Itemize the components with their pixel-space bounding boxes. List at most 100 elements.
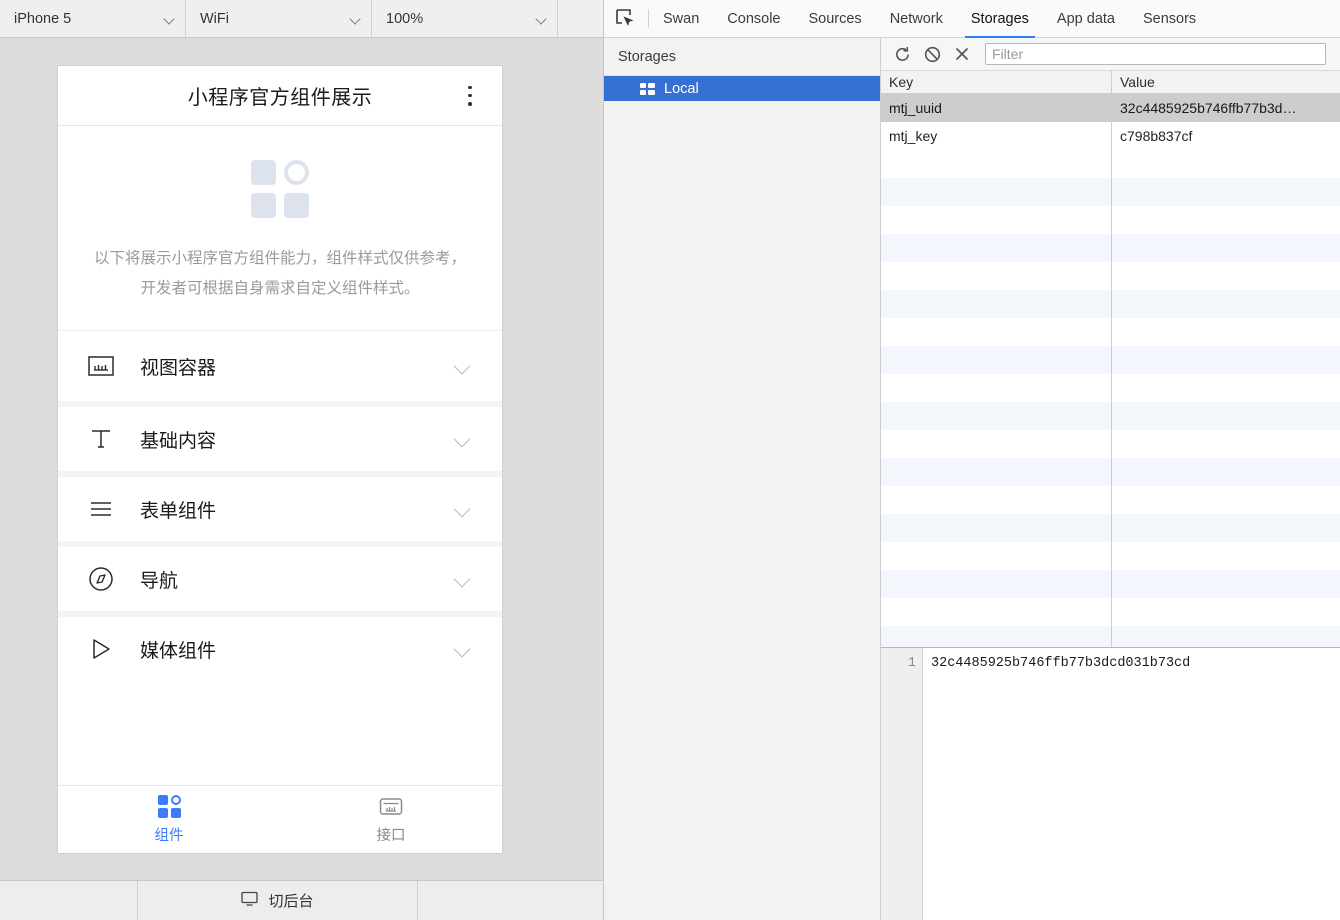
storage-table-header: Key Value xyxy=(881,71,1340,94)
table-cell-key xyxy=(881,430,1112,458)
table-row-empty[interactable] xyxy=(881,570,1340,598)
filter-input[interactable] xyxy=(985,43,1326,65)
chevron-down-icon xyxy=(454,500,472,518)
table-cell-key xyxy=(881,290,1112,318)
table-cell-key xyxy=(881,150,1112,178)
storage-toolbar xyxy=(881,38,1340,71)
table-cell-key xyxy=(881,570,1112,598)
table-cell-value xyxy=(1112,430,1340,458)
monitor-icon xyxy=(241,891,258,911)
table-cell-value xyxy=(1112,346,1340,374)
simulator-stage: 小程序官方组件展示 以下将展示小程序官方组件能力，组件样式仅供参考，开发者可根据… xyxy=(0,38,603,880)
device-select-label: iPhone 5 xyxy=(14,11,158,27)
chevron-down-icon xyxy=(164,13,175,24)
column-header-value[interactable]: Value xyxy=(1112,71,1340,93)
tab-components[interactable]: 组件 xyxy=(58,786,280,853)
table-cell-value xyxy=(1112,626,1340,647)
components-grid-icon xyxy=(157,795,181,819)
list-item[interactable]: 表单组件 xyxy=(58,471,502,541)
chevron-down-icon xyxy=(454,357,472,375)
table-row-empty[interactable] xyxy=(881,234,1340,262)
storage-table-rows: mtj_uuid32c4485925b746ffb77b3d…mtj_keyc7… xyxy=(881,94,1340,647)
device-select[interactable]: iPhone 5 xyxy=(0,0,186,37)
value-viewer: 1 32c4485925b746ffb77b3dcd031b73cd xyxy=(881,647,1340,920)
devtools-body: Storages Local xyxy=(604,38,1340,920)
refresh-icon[interactable] xyxy=(887,41,917,67)
table-row-empty[interactable] xyxy=(881,458,1340,486)
zoom-select[interactable]: 100% xyxy=(372,0,558,37)
api-frame-icon xyxy=(379,795,403,819)
table-row-empty[interactable] xyxy=(881,318,1340,346)
table-row-empty[interactable] xyxy=(881,598,1340,626)
table-row-empty[interactable] xyxy=(881,150,1340,178)
list-item[interactable]: 导航 xyxy=(58,541,502,611)
phone-tabbar: 组件 接口 xyxy=(58,785,502,853)
bottom-bar-left-cell xyxy=(0,881,138,920)
table-cell-key xyxy=(881,374,1112,402)
chevron-down-icon xyxy=(454,430,472,448)
list-item-label: 媒体组件 xyxy=(140,636,454,663)
tab-swan[interactable]: Swan xyxy=(649,0,713,37)
intro-text: 以下将展示小程序官方组件能力，组件样式仅供参考，开发者可根据自身需求自定义组件样… xyxy=(94,244,466,304)
list-item[interactable]: 基础内容 xyxy=(58,401,502,471)
list-item[interactable]: 视图容器 xyxy=(58,331,502,401)
delete-x-icon[interactable] xyxy=(947,41,977,67)
line-number-gutter: 1 xyxy=(881,648,923,920)
phone-screen: 小程序官方组件展示 以下将展示小程序官方组件能力，组件样式仅供参考，开发者可根据… xyxy=(58,66,502,853)
bottom-bar-right-cell xyxy=(418,881,603,920)
table-cell-key xyxy=(881,346,1112,374)
table-row-empty[interactable] xyxy=(881,262,1340,290)
table-cell-value xyxy=(1112,570,1340,598)
chevron-down-icon xyxy=(350,13,361,24)
table-cell-key xyxy=(881,318,1112,346)
table-row-empty[interactable] xyxy=(881,626,1340,647)
tab-app-data[interactable]: App data xyxy=(1043,0,1129,37)
value-viewer-content[interactable]: 32c4485925b746ffb77b3dcd031b73cd xyxy=(923,648,1340,920)
clear-block-icon[interactable] xyxy=(917,41,947,67)
table-cell-key xyxy=(881,262,1112,290)
network-select-label: WiFi xyxy=(200,11,344,27)
chevron-down-icon xyxy=(454,570,472,588)
table-row[interactable]: mtj_uuid32c4485925b746ffb77b3d… xyxy=(881,94,1340,122)
compass-icon xyxy=(86,564,116,594)
table-cell-key: mtj_uuid xyxy=(881,94,1112,122)
table-cell-key xyxy=(881,542,1112,570)
column-header-key[interactable]: Key xyxy=(881,71,1112,93)
table-row-empty[interactable] xyxy=(881,346,1340,374)
kebab-menu-icon[interactable] xyxy=(468,86,472,106)
simulator-bottom-bar: 切后台 xyxy=(0,880,603,920)
chevron-down-icon xyxy=(536,13,547,24)
table-cell-value xyxy=(1112,402,1340,430)
table-row-empty[interactable] xyxy=(881,374,1340,402)
table-row[interactable]: mtj_keyc798b837cf xyxy=(881,122,1340,150)
tab-sources[interactable]: Sources xyxy=(794,0,875,37)
tab-network[interactable]: Network xyxy=(876,0,957,37)
list-item-label: 基础内容 xyxy=(140,426,454,453)
table-row-empty[interactable] xyxy=(881,430,1340,458)
list-item[interactable]: 媒体组件 xyxy=(58,611,502,681)
table-cell-key xyxy=(881,402,1112,430)
tab-sensors[interactable]: Sensors xyxy=(1129,0,1210,37)
list-item-label: 表单组件 xyxy=(140,496,454,523)
tab-api[interactable]: 接口 xyxy=(280,786,502,853)
table-row-empty[interactable] xyxy=(881,206,1340,234)
table-row-empty[interactable] xyxy=(881,290,1340,318)
table-row-empty[interactable] xyxy=(881,178,1340,206)
chevron-down-icon xyxy=(454,640,472,658)
tab-console[interactable]: Console xyxy=(713,0,794,37)
table-row-empty[interactable] xyxy=(881,542,1340,570)
table-cell-value xyxy=(1112,458,1340,486)
table-row-empty[interactable] xyxy=(881,486,1340,514)
table-cell-key xyxy=(881,178,1112,206)
background-mode-button[interactable]: 切后台 xyxy=(138,881,418,920)
tab-storages[interactable]: Storages xyxy=(957,0,1043,37)
table-cell-key xyxy=(881,598,1112,626)
table-cell-key xyxy=(881,206,1112,234)
table-cell-key xyxy=(881,458,1112,486)
table-row-empty[interactable] xyxy=(881,402,1340,430)
table-row-empty[interactable] xyxy=(881,514,1340,542)
sidebar-item-local[interactable]: Local xyxy=(604,76,880,101)
text-t-icon xyxy=(86,424,116,454)
network-select[interactable]: WiFi xyxy=(186,0,372,37)
inspect-element-icon[interactable] xyxy=(604,0,648,37)
